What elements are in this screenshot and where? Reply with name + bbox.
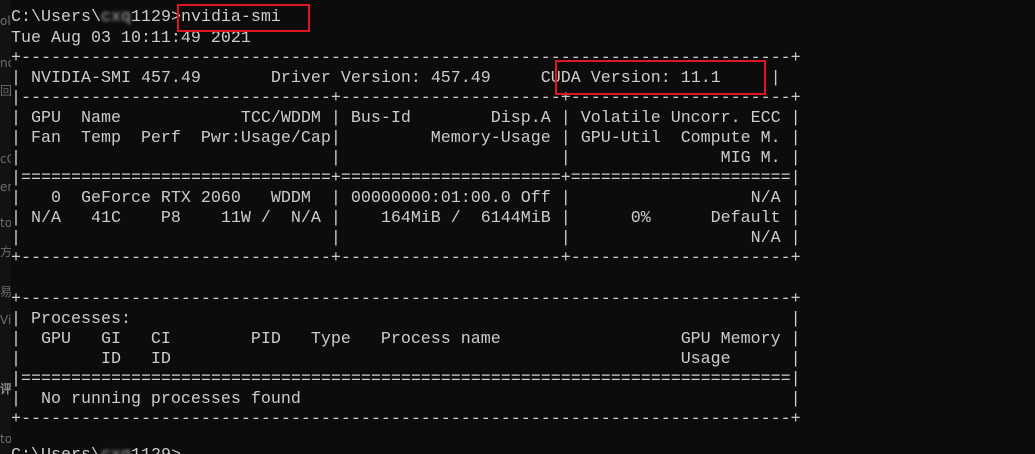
prompt-prefix: C:\Users\: [11, 8, 101, 27]
processes-column-header: | ID ID Usage |: [11, 350, 801, 369]
background-text-fragment: to: [0, 216, 11, 230]
background-window-strip: olC no 回 cC er to 方 易 Vir 评 to: [0, 0, 11, 454]
background-text-fragment: 回: [0, 84, 11, 98]
terminal-output: C:\Users\cxq1129>nvidia-smi Tue Aug 03 1…: [11, 0, 1035, 454]
driver-version: Driver Version: 457.49: [270, 69, 491, 88]
background-text-fragment: 易: [0, 285, 11, 299]
next-prompt-line: C:\Users\cxq1129>: [11, 446, 181, 454]
gpu-row: | 0 GeForce RTX 2060 WDDM | 00000000:01:…: [11, 189, 801, 208]
table-rule-mid: |-------------------------------+-------…: [11, 89, 801, 108]
table-column-header: | Fan Temp Perf Pwr:Usage/Cap| Memory-Us…: [11, 129, 801, 148]
background-text-fragment: 评: [0, 382, 11, 396]
table-column-header: | GPU Name TCC/WDDM | Bus-Id Disp.A | Vo…: [11, 109, 801, 128]
processes-rule-bottom: +---------------------------------------…: [11, 410, 801, 429]
processes-empty-message: | No running processes found |: [11, 390, 801, 409]
smi-version: NVIDIA-SMI 457.49: [31, 69, 201, 88]
prompt-suffix: 1129>: [131, 446, 181, 454]
table-rule-double: |===============================+=======…: [11, 169, 801, 188]
command-text: nvidia-smi: [180, 8, 281, 27]
processes-title: | Processes: |: [11, 310, 801, 329]
command-line: C:\Users\cxq1129>nvidia-smi: [11, 8, 281, 28]
processes-rule-double: |=======================================…: [11, 370, 801, 389]
background-text-fragment: cC: [0, 152, 11, 166]
table-header-row: | NVIDIA-SMI 457.49 Driver Version: 457.…: [11, 69, 781, 88]
background-text-fragment: to: [0, 432, 11, 446]
table-rule-top: +---------------------------------------…: [11, 49, 801, 68]
processes-column-header: | GPU GI CI PID Type Process name GPU Me…: [11, 330, 801, 349]
prompt-prefix: C:\Users\: [11, 446, 101, 454]
prompt-suffix: 1129>: [130, 8, 181, 27]
timestamp: Tue Aug 03 10:11:49 2021: [11, 29, 251, 48]
background-text-fragment: no: [0, 56, 11, 70]
table-column-header: | | | MIG M. |: [11, 149, 801, 168]
redacted-username: cxq: [101, 446, 131, 454]
cuda-version: CUDA Version: 11.1: [540, 69, 721, 88]
processes-rule-top: +---------------------------------------…: [11, 290, 801, 309]
terminal-window[interactable]: olC no 回 cC er to 方 易 Vir 评 to C:\Users\…: [0, 0, 1035, 454]
gpu-row: | | | N/A |: [11, 229, 801, 248]
background-text-fragment: olC: [0, 14, 11, 28]
redacted-username: cxq: [100, 8, 131, 27]
background-text-fragment: Vir: [0, 313, 11, 327]
gpu-row: | N/A 41C P8 11W / N/A | 164MiB / 6144Mi…: [11, 209, 801, 228]
table-rule-bottom: +-------------------------------+-------…: [11, 249, 801, 268]
background-text-fragment: 方: [0, 245, 11, 259]
background-text-fragment: er: [0, 180, 11, 194]
